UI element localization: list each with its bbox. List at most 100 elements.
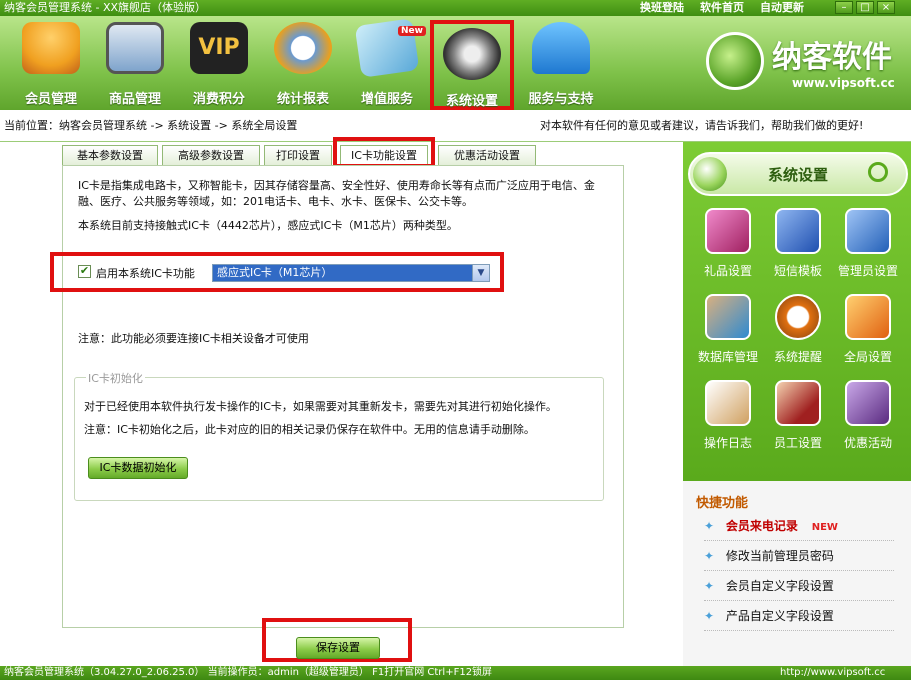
tab-promotions[interactable]: 优惠活动设置 xyxy=(438,145,536,166)
init-legend: IC卡初始化 xyxy=(86,370,145,386)
gift-icon xyxy=(705,208,751,254)
item-label: 员工设置 xyxy=(773,436,822,450)
plus-icon: ✦ xyxy=(704,549,715,563)
quick-label: 修改当前管理员密码 xyxy=(725,549,834,563)
toolbar-system-settings-button[interactable]: 系统设置 xyxy=(430,20,514,110)
quick-label: 产品自定义字段设置 xyxy=(725,609,834,623)
software-home-link[interactable]: 软件首页 xyxy=(700,0,744,16)
item-label: 优惠活动 xyxy=(843,436,892,450)
promotion-icon xyxy=(845,380,891,426)
tab-print[interactable]: 打印设置 xyxy=(264,145,332,166)
admin-lock-icon xyxy=(845,208,891,254)
products-icon xyxy=(106,22,164,74)
logo-name: 纳客软件 xyxy=(772,40,892,75)
card-type-value: 感应式IC卡（M1芯片） xyxy=(217,266,333,279)
enable-ic-label[interactable]: 启用本系统IC卡功能 xyxy=(96,265,195,281)
toolbar-label: 会员管理 xyxy=(24,92,77,107)
item-label: 操作日志 xyxy=(703,436,752,450)
chevron-down-icon[interactable]: ▼ xyxy=(472,265,489,281)
toolbar-label: 服务与支持 xyxy=(528,92,594,107)
ic-intro-text: IC卡是指集成电路卡，又称智能卡，因其存储容量高、安全性好、使用寿命长等有点而广… xyxy=(78,179,595,208)
device-note: 注意：此功能必须要连接IC卡相关设备才可使用 xyxy=(78,332,309,345)
item-label: 数据库管理 xyxy=(698,350,759,364)
toolbar-label: 系统设置 xyxy=(445,94,498,109)
close-button[interactable]: × xyxy=(877,1,895,14)
new-badge: New xyxy=(398,26,426,36)
breadcrumb: 当前位置：纳客会员管理系统 -> 系统设置 -> 系统全局设置 xyxy=(4,119,298,132)
tab-basic-params[interactable]: 基本参数设置 xyxy=(62,145,158,166)
tab-highlight xyxy=(333,137,435,168)
toolbar-products-button[interactable]: 商品管理 xyxy=(92,18,178,107)
quick-label: 会员来电记录 xyxy=(725,519,798,533)
plus-icon: ✦ xyxy=(704,609,715,623)
switch-shift-login-link[interactable]: 换班登陆 xyxy=(640,0,684,16)
gift-settings-item[interactable]: 礼品设置 xyxy=(698,208,758,279)
gear-icon xyxy=(443,28,501,80)
item-label: 礼品设置 xyxy=(703,264,752,278)
alarm-clock-icon xyxy=(775,294,821,340)
brand-logo: 纳客软件 www.vipsoft.cc xyxy=(702,20,902,100)
vip-icon: VIP xyxy=(190,22,248,74)
save-button[interactable]: 保存设置 xyxy=(296,637,380,659)
toolbar-label: 增值服务 xyxy=(360,92,413,107)
enable-ic-checkbox[interactable]: ✔ xyxy=(78,265,91,278)
new-badge: NEW xyxy=(811,522,838,533)
item-label: 管理员设置 xyxy=(838,264,899,278)
toolbar-label: 统计报表 xyxy=(276,92,329,107)
admin-settings-item[interactable]: 管理员设置 xyxy=(838,208,898,279)
maximize-button[interactable]: □ xyxy=(856,1,874,14)
global-settings-icon xyxy=(845,294,891,340)
status-bar: 纳客会员管理系统（3.04.27.0_2.06.25.0） 当前操作员：admi… xyxy=(0,666,911,680)
main-toolbar: 会员管理 商品管理 VIP 消费积分 统计报表 New 增值服务 系统设置 服务… xyxy=(0,16,911,110)
title-links: 换班登陆 软件首页 自动更新 xyxy=(640,0,804,16)
ring-icon xyxy=(868,162,888,182)
employee-settings-item[interactable]: 员工设置 xyxy=(768,380,828,451)
toolbar-label: 消费积分 xyxy=(192,92,245,107)
quick-functions-title: 快捷功能 xyxy=(696,496,749,511)
orb-icon xyxy=(693,157,727,191)
status-text: 纳客会员管理系统（3.04.27.0_2.06.25.0） 当前操作员：admi… xyxy=(4,667,493,678)
init-description: 对于已经使用本软件执行发卡操作的IC卡，如果需要对其重新发卡，需要先对其进行初始… xyxy=(84,400,557,413)
members-icon xyxy=(22,22,80,74)
feedback-text[interactable]: 对本软件有任何的意见或者建议，请告诉我们，帮助我们做的更好! xyxy=(540,110,863,142)
quick-member-custom-fields[interactable]: ✦ 会员自定义字段设置 xyxy=(704,571,894,601)
auto-update-link[interactable]: 自动更新 xyxy=(760,0,804,16)
ic-init-button[interactable]: IC卡数据初始化 xyxy=(88,457,188,479)
quick-member-call-log[interactable]: ✦ 会员来电记录 NEW xyxy=(704,511,894,541)
right-panel-title: 系统设置 xyxy=(768,166,829,184)
logo-url: www.vipsoft.cc xyxy=(792,76,895,90)
database-manage-item[interactable]: 数据库管理 xyxy=(698,294,758,365)
minimize-button[interactable]: – xyxy=(835,1,853,14)
init-fieldset xyxy=(74,377,604,501)
sms-icon xyxy=(775,208,821,254)
toolbar-points-button[interactable]: VIP 消费积分 xyxy=(176,18,262,107)
log-icon xyxy=(705,380,751,426)
logo-icon xyxy=(706,32,764,90)
plus-icon: ✦ xyxy=(704,519,715,533)
toolbar-reports-button[interactable]: 统计报表 xyxy=(260,18,346,107)
sms-template-item[interactable]: 短信模板 xyxy=(768,208,828,279)
quick-change-admin-password[interactable]: ✦ 修改当前管理员密码 xyxy=(704,541,894,571)
system-reminder-item[interactable]: 系统提醒 xyxy=(768,294,828,365)
status-url[interactable]: http://www.vipsoft.cc xyxy=(780,666,885,680)
ic-support-text: 本系统目前支持接触式IC卡（4442芯片），感应式IC卡（M1芯片）两种类型。 xyxy=(78,219,458,232)
toolbar-label: 商品管理 xyxy=(108,92,161,107)
database-icon xyxy=(705,294,751,340)
toolbar-value-added-button[interactable]: New 增值服务 xyxy=(344,18,430,107)
breadcrumb-bar: 当前位置：纳客会员管理系统 -> 系统设置 -> 系统全局设置 对本软件有任何的… xyxy=(0,110,911,142)
card-type-select[interactable]: 感应式IC卡（M1芯片） ▼ xyxy=(212,264,490,282)
global-settings-item[interactable]: 全局设置 xyxy=(838,294,898,365)
clock-chart-icon xyxy=(274,22,332,74)
toolbar-members-button[interactable]: 会员管理 xyxy=(8,18,94,107)
plus-icon: ✦ xyxy=(704,579,715,593)
toolbar-support-button[interactable]: 服务与支持 xyxy=(518,18,604,107)
right-panel-header: 系统设置 xyxy=(688,152,908,196)
employee-icon xyxy=(775,380,821,426)
tab-advanced-params[interactable]: 高级参数设置 xyxy=(162,145,260,166)
window-title: 纳客会员管理系统 - XX旗舰店（体验版） xyxy=(4,1,207,14)
umbrella-icon xyxy=(532,22,590,74)
quick-product-custom-fields[interactable]: ✦ 产品自定义字段设置 xyxy=(704,601,894,631)
promotion-item[interactable]: 优惠活动 xyxy=(838,380,898,451)
init-warning: 注意：IC卡初始化之后，此卡对应的旧的相关记录仍保存在软件中。无用的信息请手动删… xyxy=(84,423,535,436)
operation-log-item[interactable]: 操作日志 xyxy=(698,380,758,451)
